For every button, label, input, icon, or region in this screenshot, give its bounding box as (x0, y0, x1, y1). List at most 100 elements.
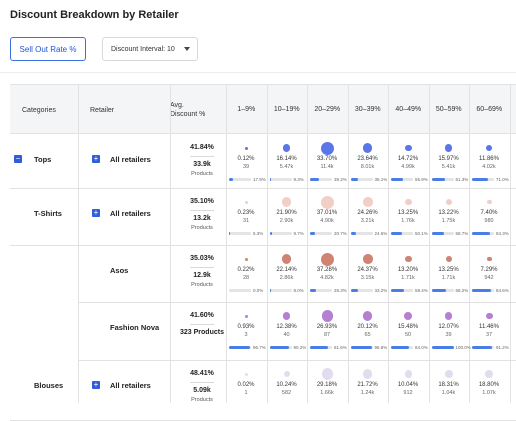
distribution-dot[interactable] (405, 255, 412, 263)
distribution-dot[interactable] (320, 141, 334, 155)
column-divider (347, 84, 349, 403)
distribution-dot[interactable] (445, 144, 453, 152)
distribution-dot[interactable] (404, 370, 412, 378)
column-divider (509, 84, 511, 403)
cumulative-bar-fill (472, 289, 491, 292)
cumulative-bar-fill (391, 289, 404, 292)
cumulative-bar-fill (269, 178, 272, 181)
cumulative-percent: 71.0% (496, 177, 509, 182)
retailer-label[interactable]: All retailers (110, 381, 166, 391)
products-label: Products (191, 171, 213, 177)
distribution-dot[interactable] (363, 311, 373, 321)
bin-percent: 29.18% (316, 382, 338, 388)
distribution-dot[interactable] (486, 256, 492, 262)
header-avg-discount[interactable]: Avg. Discount % (170, 85, 226, 135)
distribution-dot[interactable] (362, 197, 373, 207)
cumulative-bar (431, 346, 454, 349)
discount-interval-select[interactable]: Discount Interval: 10 (102, 37, 198, 61)
distribution-dot[interactable] (445, 198, 452, 206)
cumulative-bar (310, 289, 332, 292)
distribution-dot[interactable] (405, 198, 412, 206)
avg-divider (190, 156, 214, 157)
retailer-label[interactable]: All retailers (110, 209, 166, 219)
cumulative-bar-fill (431, 232, 445, 235)
header-bin-3[interactable]: 20–29% (307, 84, 348, 134)
distribution-dot[interactable] (321, 368, 333, 380)
distribution-dot[interactable] (486, 145, 493, 151)
distribution-dot[interactable] (244, 200, 248, 204)
avg-divider (190, 324, 214, 325)
row-divider (78, 360, 516, 361)
bin-percent: 10.04% (397, 382, 419, 388)
distribution-dot[interactable] (362, 254, 373, 264)
header-bin-1[interactable]: 1–9% (226, 84, 267, 134)
distribution-dot[interactable] (282, 197, 292, 207)
bin-count: 65 (364, 332, 371, 338)
cumulative-bar-fill (269, 289, 272, 292)
distribution-dot[interactable] (283, 144, 291, 152)
cumulative-bar (310, 232, 332, 235)
cumulative-percent: 33.2% (374, 288, 388, 293)
column-divider (388, 84, 389, 403)
cumulative-bar (431, 178, 454, 181)
cumulative-bar (269, 289, 292, 292)
distribution-dot[interactable] (485, 370, 494, 378)
avg-discount-value: 35.03% (190, 255, 214, 262)
header-bin-7[interactable]: 60–69% (469, 84, 510, 134)
avg-discount-value: 41.84% (190, 144, 214, 151)
expand-retailer-toggle[interactable]: + (92, 381, 100, 389)
distribution-dot[interactable] (404, 144, 412, 152)
distribution-dot[interactable] (404, 312, 413, 320)
header-categories[interactable]: Categories (22, 85, 92, 135)
distribution-dot[interactable] (445, 255, 452, 263)
distribution-dot[interactable] (244, 314, 248, 318)
distribution-dot[interactable] (244, 146, 248, 150)
distribution-dot[interactable] (282, 254, 292, 264)
discount-table: Categories Retailer Avg. Discount % 1–9%… (10, 84, 516, 421)
cumulative-bar-fill (269, 346, 290, 349)
cumulative-bar-fill (431, 346, 454, 349)
retailer-label[interactable]: All retailers (110, 155, 166, 165)
distribution-dot[interactable] (363, 143, 373, 153)
bin-percent: 18.80% (478, 382, 500, 388)
sell-out-rate-button[interactable]: Sell Out Rate % (10, 37, 86, 61)
bin-percent: 24.37% (357, 267, 378, 273)
row-divider (78, 302, 516, 303)
bin-count: 3.15k (360, 275, 375, 281)
cumulative-bar-fill (350, 232, 356, 235)
header-bin-4[interactable]: 30–39% (348, 84, 389, 134)
header-bin-6[interactable]: 50–59% (429, 84, 470, 134)
products-label: Products (191, 225, 213, 231)
distribution-dot[interactable] (283, 370, 290, 378)
distribution-dot[interactable] (444, 370, 453, 378)
expand-retailer-toggle[interactable]: + (92, 209, 100, 217)
distribution-dot[interactable] (320, 195, 334, 209)
bin-percent: 37.28% (316, 267, 338, 273)
bin-percent: 16.14% (276, 156, 297, 162)
bin-count: 39 (242, 164, 250, 170)
distribution-dot[interactable] (321, 310, 333, 322)
distribution-dot[interactable] (485, 312, 493, 320)
distribution-dot[interactable] (283, 312, 291, 320)
bin-percent: 12.07% (438, 324, 459, 330)
column-divider (78, 84, 79, 403)
header-bin-2[interactable]: 10–19% (267, 84, 308, 134)
bin-count: 3.21k (360, 218, 375, 224)
bin-count: 5.47k (279, 164, 294, 170)
cumulative-bar-fill (350, 178, 359, 181)
header-retailer[interactable]: Retailer (90, 85, 160, 135)
distribution-dot[interactable] (244, 257, 248, 261)
header-bin-5[interactable]: 40–49% (388, 84, 429, 134)
cumulative-bar-fill (391, 178, 404, 181)
cumulative-bar (472, 178, 494, 181)
distribution-dot[interactable] (363, 369, 373, 379)
collapse-category-toggle[interactable]: − (14, 155, 22, 163)
cumulative-bar-fill (269, 232, 272, 235)
distribution-dot[interactable] (320, 252, 334, 266)
distribution-dot[interactable] (244, 372, 248, 376)
distribution-dot[interactable] (445, 312, 453, 320)
cumulative-bar (431, 289, 454, 292)
expand-retailer-toggle[interactable]: + (92, 155, 100, 163)
distribution-dot[interactable] (486, 199, 492, 205)
bin-count: 582 (281, 390, 292, 396)
